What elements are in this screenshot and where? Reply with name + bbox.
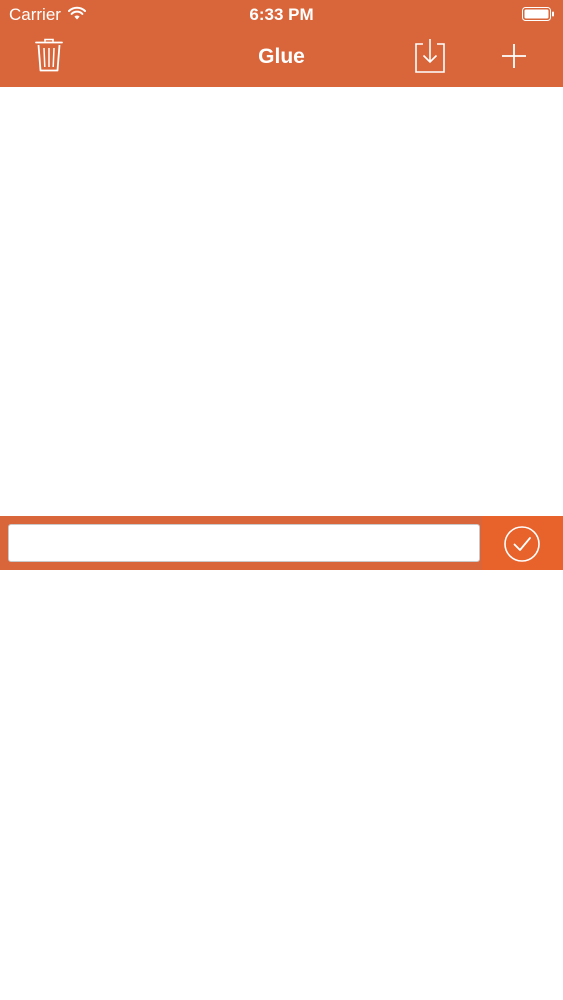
- page-title: Glue: [258, 45, 305, 68]
- download-icon: [415, 39, 445, 73]
- text-input[interactable]: [8, 524, 480, 562]
- input-bar: [0, 516, 563, 570]
- download-button[interactable]: [414, 38, 446, 79]
- battery-icon: [522, 7, 555, 26]
- status-bar: Carrier 6:33 PM: [0, 0, 563, 30]
- add-button[interactable]: [500, 42, 528, 75]
- checkmark-circle-icon: [504, 526, 540, 562]
- plus-icon: [502, 44, 526, 68]
- status-time: 6:33 PM: [249, 5, 314, 24]
- navigation-bar: Carrier 6:33 PM Glue: [0, 0, 563, 87]
- submit-button[interactable]: [482, 516, 563, 570]
